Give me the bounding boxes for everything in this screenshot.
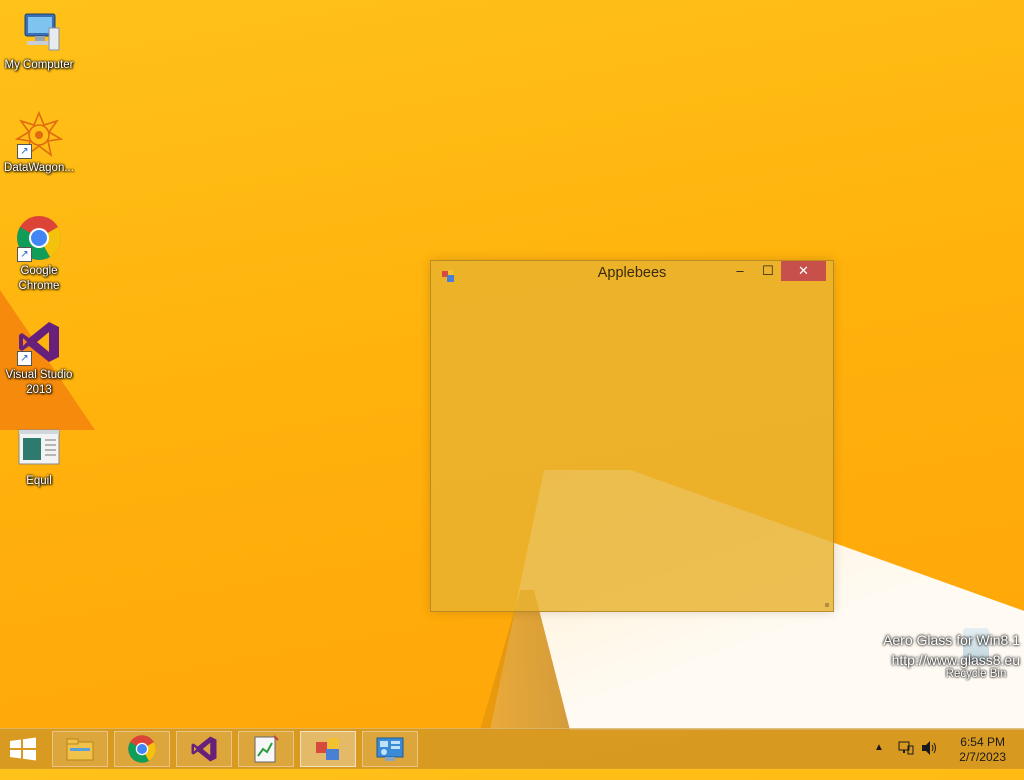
taskbar: ▲ 6:54 PM 2/7/2023: [0, 728, 1024, 769]
equil-icon: [15, 424, 63, 472]
aero-glass-watermark: Aero Glass for Win8.1 http://www.glass8.…: [883, 630, 1020, 670]
desktop-icon-label: Google Chrome: [18, 265, 60, 292]
maximize-button[interactable]: ☐: [755, 261, 781, 281]
winforms-app-icon: [316, 738, 339, 760]
taskbar-visual-studio[interactable]: [176, 731, 232, 767]
desktop-icon-label: Equil: [26, 475, 52, 487]
shortcut-arrow-icon: ↗: [17, 247, 32, 262]
show-hidden-icons-button[interactable]: ▲: [874, 739, 884, 779]
start-button[interactable]: [8, 737, 38, 761]
desktop-icon-datawagon[interactable]: ↗ DataWagon...: [0, 110, 78, 176]
desktop-icon-visual-studio[interactable]: ↗ Visual Studio 2013: [0, 318, 78, 398]
minimize-button[interactable]: –: [727, 261, 753, 281]
visual-studio-icon: ↗: [15, 318, 63, 366]
network-button[interactable]: [898, 740, 914, 780]
clock-time: 6:54 PM: [960, 735, 1005, 749]
visual-studio-icon: [191, 736, 217, 762]
app-window[interactable]: Applebees – ☐ ✕: [430, 260, 834, 612]
volume-button[interactable]: [921, 740, 939, 780]
close-button[interactable]: ✕: [781, 261, 826, 281]
windows-logo-icon: [10, 737, 36, 761]
file-explorer-icon: [66, 738, 94, 761]
chrome-icon: [128, 735, 156, 763]
my-computer-icon: [15, 8, 63, 56]
taskbar-clock[interactable]: 6:54 PM 2/7/2023: [959, 735, 1006, 765]
minimize-icon: –: [736, 263, 744, 278]
datawagon-icon: ↗: [14, 110, 64, 159]
shortcut-arrow-icon: ↗: [17, 351, 32, 366]
desktop-icon-label: DataWagon...: [4, 162, 74, 174]
taskbar-equil[interactable]: [238, 731, 294, 767]
shortcut-arrow-icon: ↗: [17, 144, 32, 159]
taskbar-control-panel[interactable]: [362, 731, 418, 767]
network-icon: [898, 741, 914, 755]
desktop-icon-my-computer[interactable]: My Computer: [0, 8, 78, 73]
speaker-icon: [922, 741, 936, 755]
chevron-up-icon: ▲: [874, 742, 884, 753]
maximize-icon: ☐: [762, 263, 774, 278]
watermark-line1: Aero Glass for Win8.1: [883, 632, 1020, 648]
taskbar-applebees[interactable]: [300, 731, 356, 767]
equil-icon: [254, 735, 279, 763]
desktop-icon-label: Visual Studio 2013: [5, 369, 73, 396]
watermark-line2: http://www.glass8.eu: [891, 652, 1020, 668]
chrome-icon: ↗: [15, 214, 63, 262]
control-panel-icon: [376, 737, 404, 761]
resize-grip[interactable]: [825, 603, 829, 607]
desktop-icon-google-chrome[interactable]: ↗ Google Chrome: [0, 214, 78, 294]
desktop-icon-equil[interactable]: Equil: [0, 424, 78, 489]
clock-date: 2/7/2023: [959, 750, 1006, 764]
desktop-icon-label: My Computer: [4, 59, 74, 71]
taskbar-chrome[interactable]: [114, 731, 170, 767]
taskbar-file-explorer[interactable]: [52, 731, 108, 767]
close-icon: ✕: [798, 263, 809, 278]
